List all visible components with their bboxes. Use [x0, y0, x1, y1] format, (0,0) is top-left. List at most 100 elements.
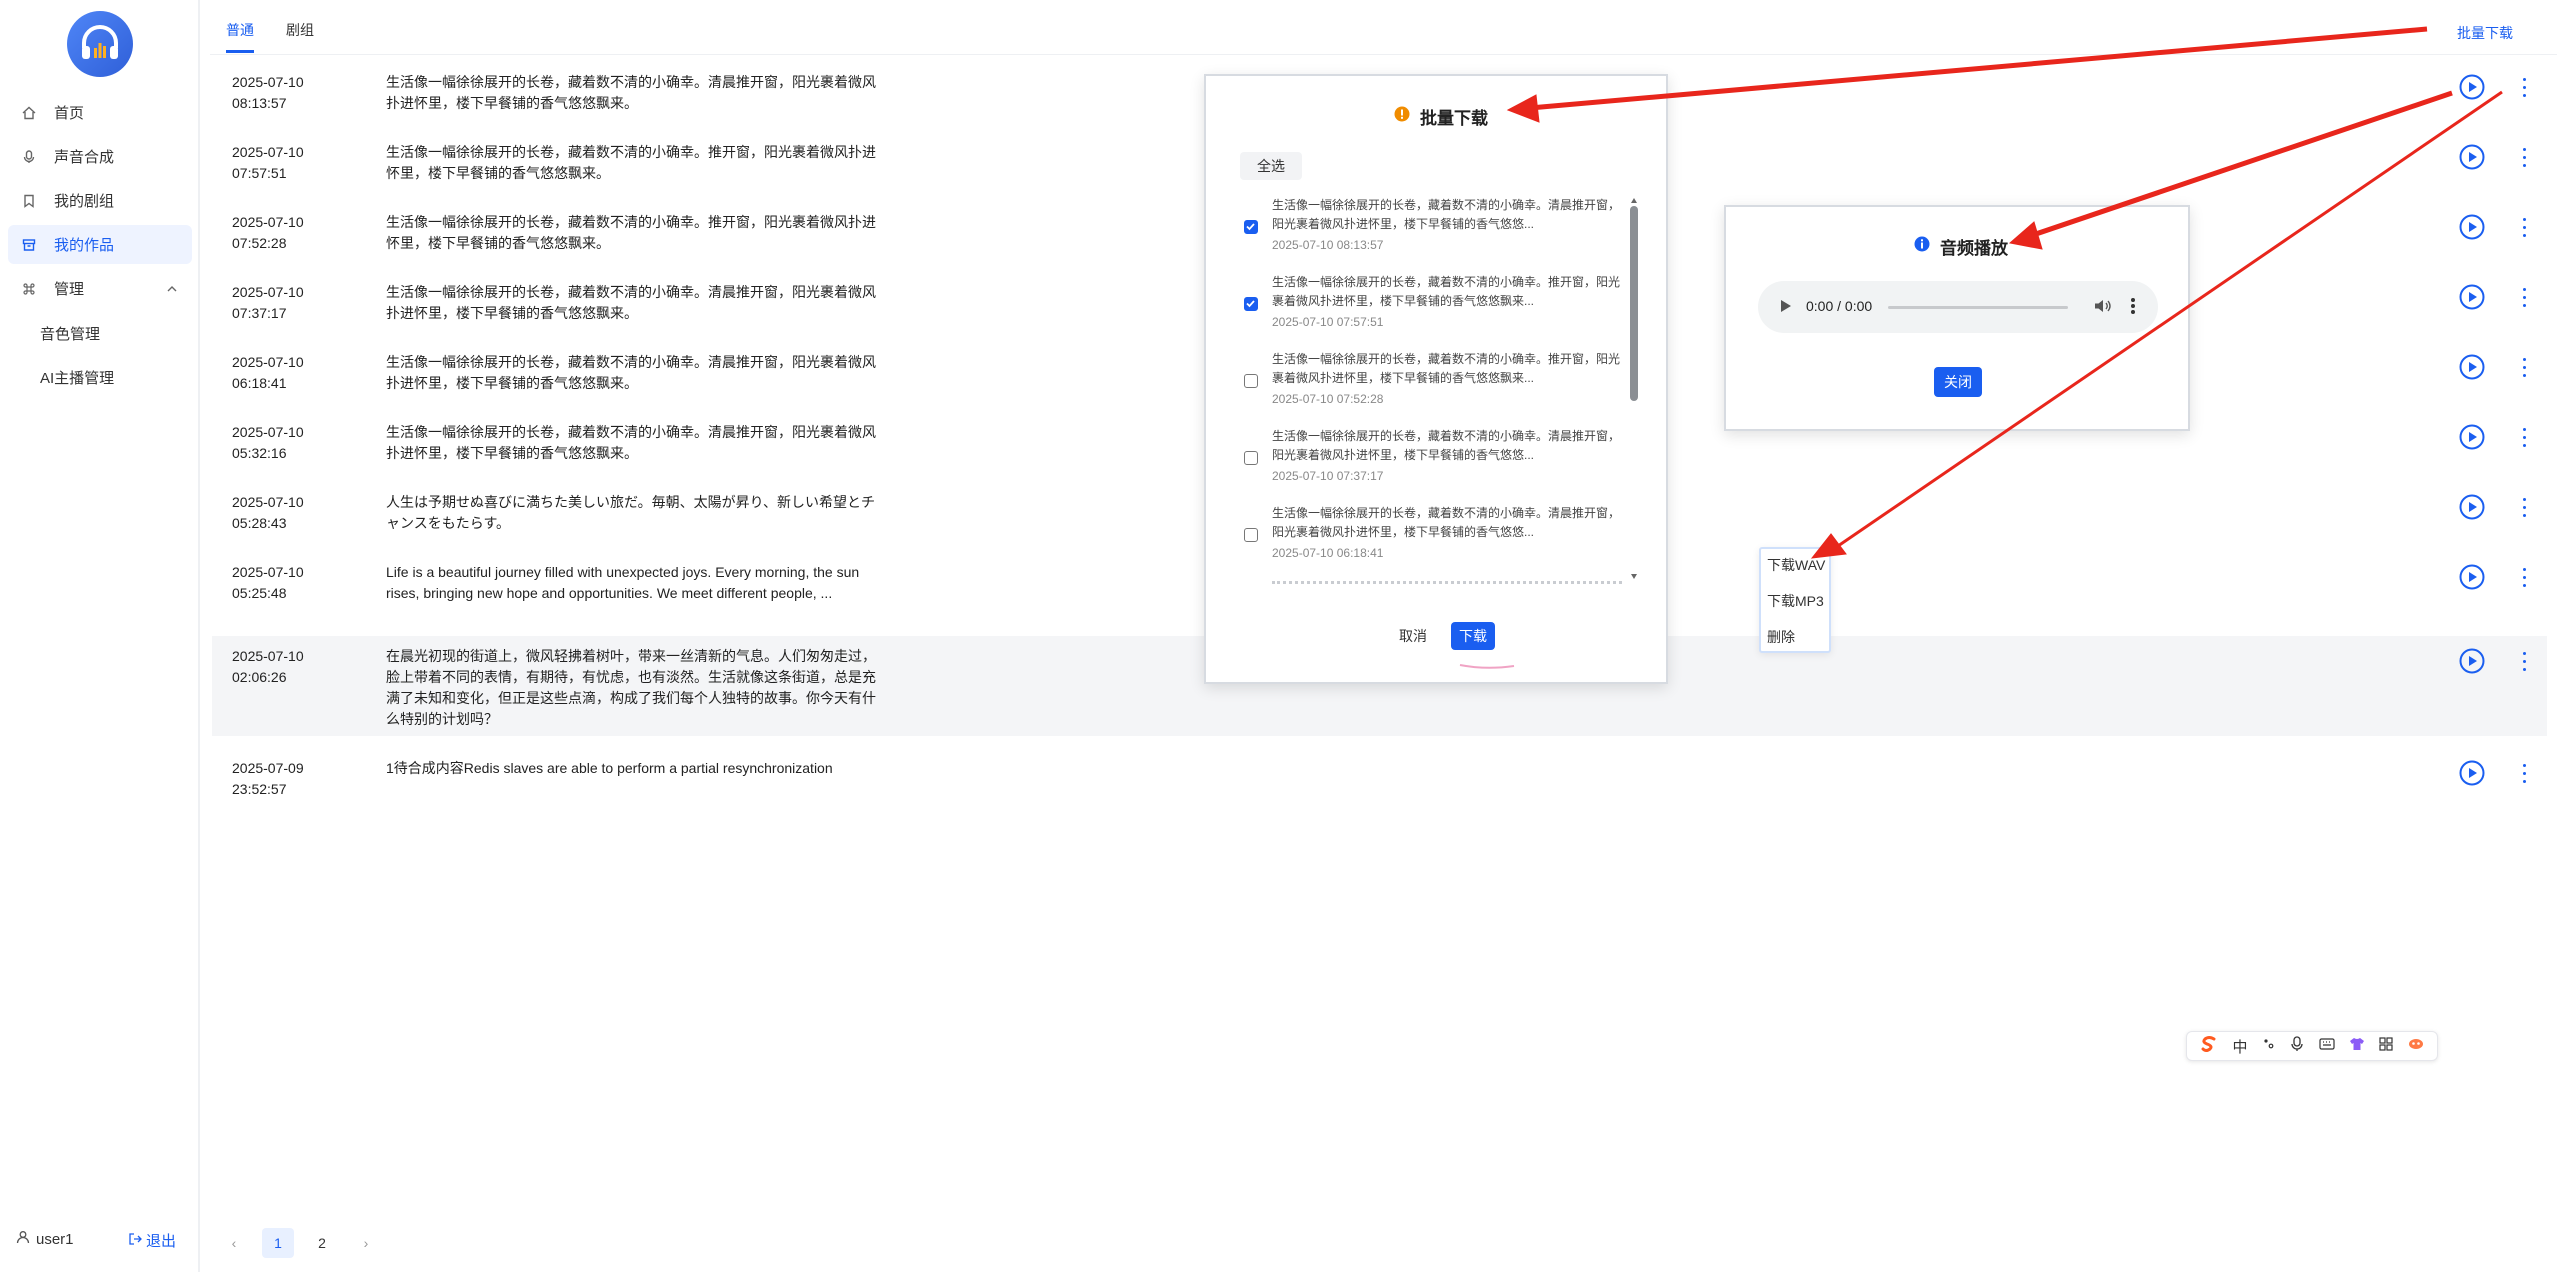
batch-download-button[interactable]: 下载	[1451, 622, 1495, 650]
nav-voice-manage[interactable]: 音色管理	[40, 323, 100, 344]
row-text: 生活像一幅徐徐展开的长卷，藏着数不清的小确幸。清晨推开窗，阳光裹着微风扑进怀里，…	[386, 74, 876, 111]
batch-item-checkbox[interactable]	[1244, 528, 1258, 542]
more-vertical-icon[interactable]	[2519, 215, 2529, 239]
page-2-button[interactable]: 2	[306, 1228, 338, 1258]
batch-cancel-button[interactable]: 取消	[1392, 622, 1434, 650]
audio-player: 0:00 / 0:00	[1758, 281, 2158, 333]
volume-icon[interactable]	[2094, 298, 2112, 319]
row-timestamp: 2025-07-10 07:37:17	[232, 282, 352, 324]
nav-my-works-label: 我的作品	[54, 237, 115, 254]
row-time: 23:52:57	[232, 781, 287, 797]
audio-playback-modal: 音频播放 0:00 / 0:00 关闭	[1724, 205, 2190, 431]
batch-item-text: 生活像一幅徐徐展开的长卷，藏着数不清的小确幸。清晨推开窗，阳光裹着微风扑进怀里，…	[1272, 506, 1621, 539]
page-1-button[interactable]: 1	[262, 1228, 294, 1258]
more-vertical-icon[interactable]	[2519, 495, 2529, 519]
nav-manage-label: 管理	[54, 281, 85, 298]
sogou-logo-icon[interactable]	[2200, 1035, 2218, 1057]
more-vertical-icon[interactable]	[2519, 565, 2529, 589]
play-circle-icon[interactable]	[2459, 760, 2485, 786]
nav-home[interactable]: 首页	[8, 93, 192, 132]
tab-normal[interactable]: 普通	[226, 20, 254, 53]
play-circle-icon[interactable]	[2459, 284, 2485, 310]
more-vertical-icon[interactable]	[2519, 355, 2529, 379]
row-timestamp: 2025-07-10 07:57:51	[232, 142, 352, 184]
nav-voice-synthesis[interactable]: 声音合成	[8, 137, 192, 176]
row-text: 生活像一幅徐徐展开的长卷，藏着数不清的小确幸。清晨推开窗，阳光裹着微风扑进怀里，…	[386, 424, 876, 461]
row-time: 06:18:41	[232, 375, 287, 391]
delete-item[interactable]: 删除	[1767, 627, 1795, 647]
batch-download-modal: 批量下载 全选 生活像一幅徐徐展开的长卷，藏着数不清的小确幸。清晨推开窗，阳光裹…	[1204, 74, 1668, 684]
batch-item-checkbox[interactable]	[1244, 220, 1258, 234]
sidebar: 首页 声音合成 我的剧组 我的作品 管理 音色管理 AI主播管理 user1 退…	[0, 0, 200, 1272]
play-circle-icon[interactable]	[2459, 354, 2485, 380]
punctuation-icon[interactable]	[2262, 1037, 2276, 1055]
row-timestamp: 2025-07-10 05:28:43	[232, 492, 352, 534]
audio-modal-title: 音频播放	[1914, 234, 2008, 259]
play-circle-icon[interactable]	[2459, 424, 2485, 450]
play-circle-icon[interactable]	[2459, 214, 2485, 240]
logout-label: 退出	[146, 1233, 177, 1250]
play-circle-icon[interactable]	[2459, 648, 2485, 674]
row-date: 2025-07-10	[232, 424, 304, 440]
nav-ai-anchor-manage[interactable]: AI主播管理	[40, 367, 114, 388]
audio-modal-title-text: 音频播放	[1940, 239, 2008, 258]
prev-page-button[interactable]: ‹	[218, 1228, 250, 1258]
nav-my-crew[interactable]: 我的剧组	[8, 181, 192, 220]
ime-language-toggle[interactable]: 中	[2233, 1036, 2248, 1057]
batch-item: 生活像一幅徐徐展开的长卷，藏着数不清的小确幸。清晨推开窗，阳光裹着微风扑进怀里，…	[1244, 427, 1620, 491]
batch-list-scroll-thumb[interactable]	[1630, 206, 1638, 401]
batch-item-date: 2025-07-10 07:57:51	[1272, 315, 1384, 329]
tab-crew[interactable]: 剧组	[286, 20, 314, 53]
row-text: 生活像一幅徐徐展开的长卷，藏着数不清的小确幸。推开窗，阳光裹着微风扑进怀里，楼下…	[386, 144, 876, 181]
next-page-button[interactable]: ›	[350, 1228, 382, 1258]
row-text: 人生は予期せぬ喜びに満ちた美しい旅だ。毎朝、太陽が昇り、新しい希望とチャンスをも…	[386, 494, 876, 531]
row-date: 2025-07-10	[232, 648, 304, 664]
audio-close-button[interactable]: 关闭	[1934, 367, 1982, 397]
batch-item-checkbox[interactable]	[1244, 451, 1258, 465]
more-vertical-icon[interactable]	[2519, 761, 2529, 785]
nav-my-works[interactable]: 我的作品	[8, 225, 192, 264]
logout-button[interactable]: 退出	[128, 1230, 176, 1251]
row-text: Life is a beautiful journey filled with …	[386, 564, 860, 601]
more-vertical-icon[interactable]	[2519, 285, 2529, 309]
row-date: 2025-07-10	[232, 144, 304, 160]
play-circle-icon[interactable]	[2459, 144, 2485, 170]
row-date: 2025-07-10	[232, 74, 304, 90]
batch-item-checkbox[interactable]	[1244, 297, 1258, 311]
row-date: 2025-07-10	[232, 564, 304, 580]
batch-item-checkbox[interactable]	[1244, 374, 1258, 388]
select-all-button[interactable]: 全选	[1240, 152, 1302, 180]
skin-shirt-icon[interactable]	[2349, 1037, 2365, 1055]
play-circle-icon[interactable]	[2459, 74, 2485, 100]
toolbox-grid-icon[interactable]	[2379, 1037, 2393, 1055]
row-time: 07:57:51	[232, 165, 287, 181]
audio-progress-bar[interactable]	[1888, 306, 2068, 309]
voice-input-icon[interactable]	[2290, 1036, 2304, 1056]
row-time: 02:06:26	[232, 669, 287, 685]
batch-item-text: 生活像一幅徐徐展开的长卷，藏着数不清的小确幸。推开窗，阳光裹着微风扑进怀里，楼下…	[1272, 275, 1621, 308]
more-vertical-icon[interactable]	[2519, 425, 2529, 449]
more-vertical-icon[interactable]	[2130, 297, 2136, 320]
keyboard-icon[interactable]	[2319, 1037, 2335, 1055]
row-timestamp: 2025-07-10 02:06:26	[232, 646, 352, 688]
ime-toolbar: 中	[2186, 1031, 2438, 1061]
more-vertical-icon[interactable]	[2519, 145, 2529, 169]
row-text: 在晨光初现的街道上，微风轻拂着树叶，带来一丝清新的气息。人们匆匆走过，脸上带着不…	[386, 648, 876, 727]
archive-icon	[20, 236, 38, 254]
play-circle-icon[interactable]	[2459, 494, 2485, 520]
more-vertical-icon[interactable]	[2519, 75, 2529, 99]
pagination: ‹ 1 2 ›	[218, 1228, 382, 1258]
row-timestamp: 2025-07-10 07:52:28	[232, 212, 352, 254]
download-mp3-item[interactable]: 下载MP3	[1767, 591, 1824, 611]
play-circle-icon[interactable]	[2459, 564, 2485, 590]
row-context-menu: 下载WAV 下载MP3 删除	[1759, 547, 1831, 653]
sogou-mascot-icon[interactable]	[2408, 1037, 2424, 1055]
download-wav-item[interactable]: 下载WAV	[1767, 555, 1825, 575]
nav-voice-synthesis-label: 声音合成	[54, 149, 115, 166]
more-vertical-icon[interactable]	[2519, 649, 2529, 673]
row-time: 07:37:17	[232, 305, 287, 321]
play-triangle-icon[interactable]	[1780, 299, 1792, 318]
nav-manage[interactable]: 管理	[8, 269, 192, 308]
batch-download-link[interactable]: 批量下载	[2457, 23, 2513, 43]
headphones-logo-icon	[82, 25, 118, 59]
